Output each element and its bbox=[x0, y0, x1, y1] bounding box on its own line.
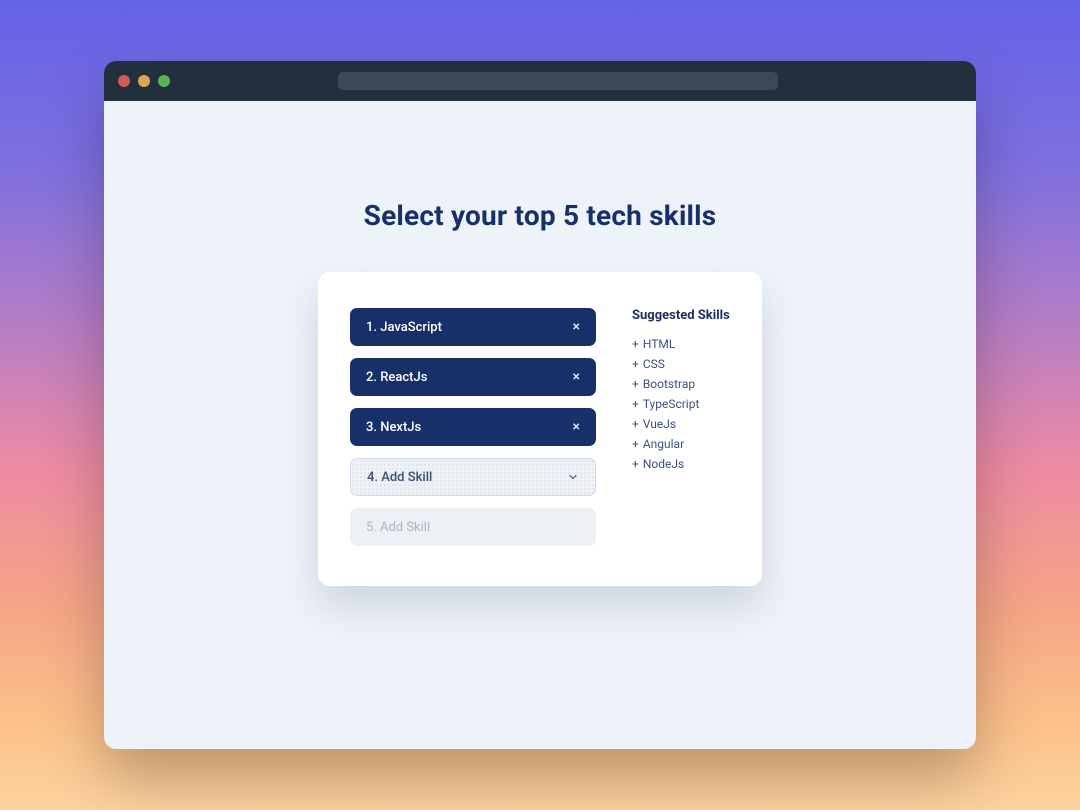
add-skill-slot-4[interactable]: 4. Add Skill bbox=[350, 458, 596, 496]
window-maximize-icon[interactable] bbox=[158, 75, 170, 87]
add-skill-label: 4. Add Skill bbox=[367, 470, 432, 485]
selected-skill-3[interactable]: 3. NextJs × bbox=[350, 408, 596, 446]
selected-skill-label: 3. NextJs bbox=[366, 420, 421, 435]
add-skill-slot-5: 5. Add Skill bbox=[350, 508, 596, 546]
selected-skill-label: 1. JavaScript bbox=[366, 320, 442, 335]
close-icon[interactable]: × bbox=[563, 417, 580, 437]
suggested-skill-item[interactable]: + VueJs bbox=[632, 417, 730, 431]
selected-skills-column: 1. JavaScript × 2. ReactJs × 3. NextJs ×… bbox=[350, 308, 596, 546]
close-icon[interactable]: × bbox=[563, 367, 580, 387]
selected-skill-label: 2. ReactJs bbox=[366, 370, 427, 385]
suggested-skill-item[interactable]: + TypeScript bbox=[632, 397, 730, 411]
suggested-skill-item[interactable]: + NodeJs bbox=[632, 457, 730, 471]
suggested-skills-column: Suggested Skills + HTML + CSS + Bootstrap + Typ… bbox=[632, 308, 730, 546]
plus-icon: + bbox=[632, 337, 639, 351]
add-skill-label: 5. Add Skill bbox=[366, 520, 430, 535]
page-content: Select your top 5 tech skills 1. JavaScr… bbox=[104, 101, 976, 586]
suggested-skill-label: TypeScript bbox=[643, 397, 700, 411]
suggested-skills-title: Suggested Skills bbox=[632, 308, 730, 323]
address-bar[interactable] bbox=[338, 72, 778, 90]
suggested-skill-item[interactable]: + HTML bbox=[632, 337, 730, 351]
plus-icon: + bbox=[632, 457, 639, 471]
window-minimize-icon[interactable] bbox=[138, 75, 150, 87]
selected-skill-2[interactable]: 2. ReactJs × bbox=[350, 358, 596, 396]
plus-icon: + bbox=[632, 357, 639, 371]
window-titlebar bbox=[104, 61, 976, 101]
page-title: Select your top 5 tech skills bbox=[364, 199, 717, 232]
chevron-down-icon bbox=[567, 471, 579, 483]
suggested-skill-label: Angular bbox=[643, 437, 684, 451]
selected-skill-1[interactable]: 1. JavaScript × bbox=[350, 308, 596, 346]
suggested-skill-label: NodeJs bbox=[643, 457, 684, 471]
app-window: Select your top 5 tech skills 1. JavaScr… bbox=[104, 61, 976, 749]
suggested-skill-label: Bootstrap bbox=[643, 377, 695, 391]
suggested-skill-item[interactable]: + CSS bbox=[632, 357, 730, 371]
suggested-skill-label: CSS bbox=[643, 357, 665, 371]
suggested-skill-item[interactable]: + Bootstrap bbox=[632, 377, 730, 391]
plus-icon: + bbox=[632, 377, 639, 391]
window-close-icon[interactable] bbox=[118, 75, 130, 87]
skills-card: 1. JavaScript × 2. ReactJs × 3. NextJs ×… bbox=[318, 272, 762, 586]
suggested-skill-label: HTML bbox=[643, 337, 676, 351]
suggested-skill-label: VueJs bbox=[643, 417, 676, 431]
close-icon[interactable]: × bbox=[563, 317, 580, 337]
suggested-skills-list: + HTML + CSS + Bootstrap + TypeScript + VueJs + Ang… bbox=[632, 337, 730, 471]
plus-icon: + bbox=[632, 417, 639, 431]
suggested-skill-item[interactable]: + Angular bbox=[632, 437, 730, 451]
plus-icon: + bbox=[632, 437, 639, 451]
plus-icon: + bbox=[632, 397, 639, 411]
